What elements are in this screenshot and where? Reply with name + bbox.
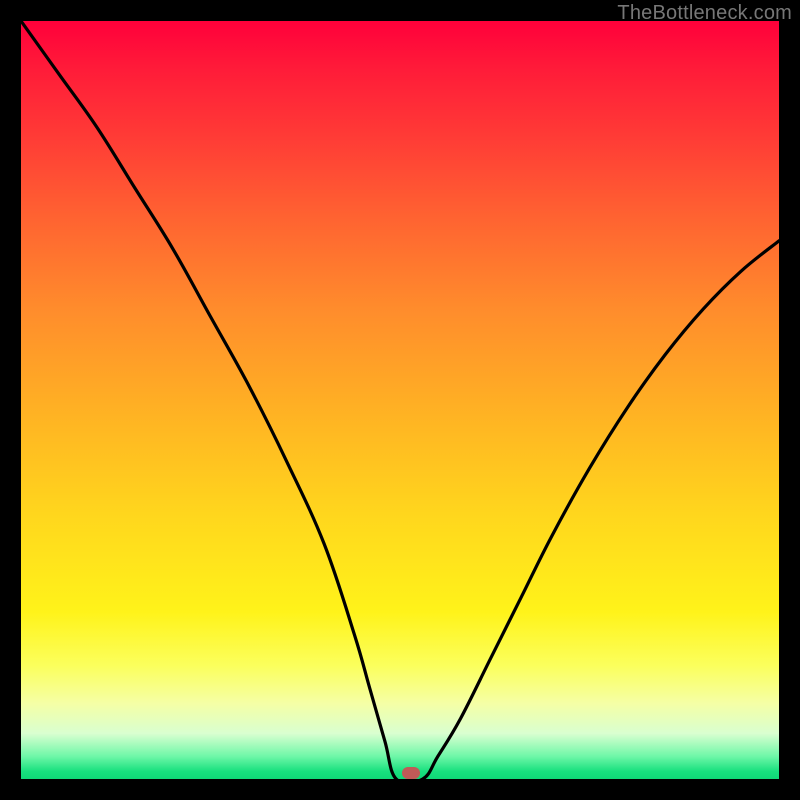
watermark-text: TheBottleneck.com <box>617 2 792 25</box>
bottleneck-curve <box>21 21 779 779</box>
plot-area <box>21 21 779 779</box>
chart-frame: TheBottleneck.com <box>0 0 800 800</box>
bottleneck-marker <box>402 767 420 779</box>
